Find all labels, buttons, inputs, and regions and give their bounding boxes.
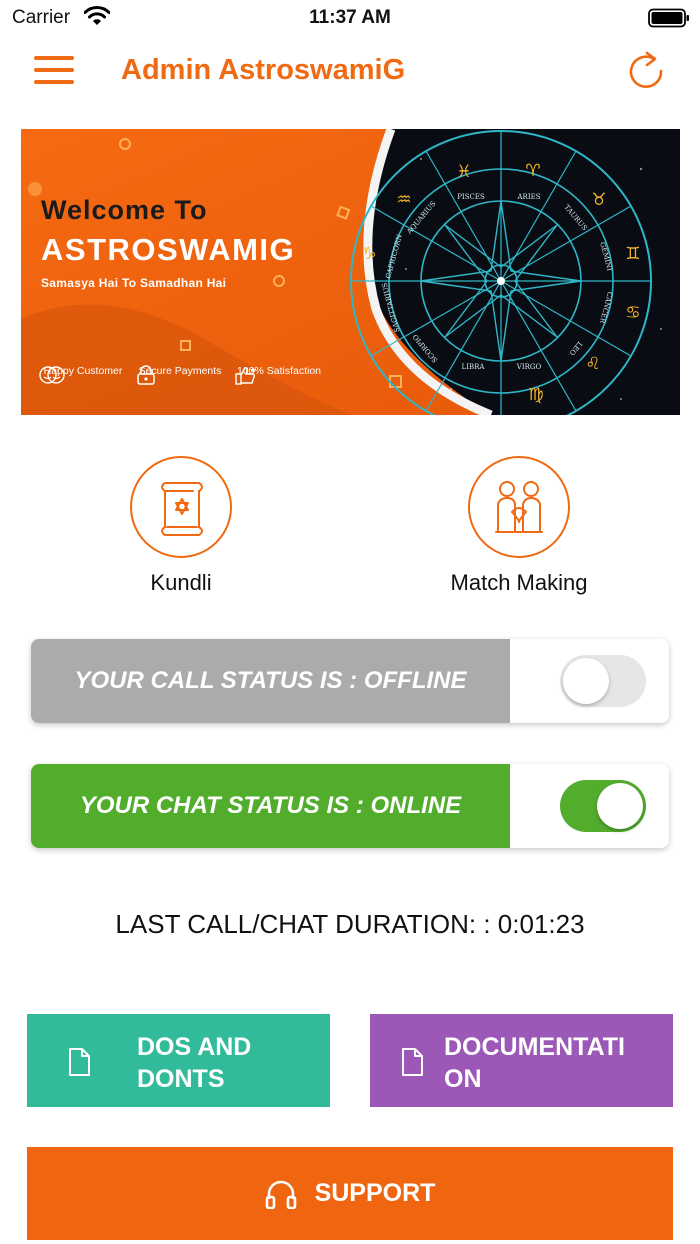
chat-toggle-knob [597, 783, 643, 829]
dos-and-donts-button[interactable]: DOS AND DONTS [27, 1014, 330, 1107]
svg-text:♉: ♉ [591, 190, 606, 210]
support-button[interactable]: SUPPORT [27, 1147, 673, 1240]
last-duration: LAST CALL/CHAT DURATION: : 0:01:23 [115, 909, 585, 939]
refresh-icon[interactable] [626, 50, 668, 92]
svg-text:LIBRA: LIBRA [462, 363, 486, 371]
match-making-label: Match Making [450, 570, 588, 595]
documentation-label: DOCUMENTATION [444, 1033, 625, 1093]
feature-happy-customer: Happy Customer [37, 365, 129, 384]
kundli-button[interactable]: Kundli [91, 456, 271, 596]
banner-tagline: Samasya Hai To Samadhan Hai [41, 276, 227, 290]
clock: 11:37 AM [309, 7, 391, 28]
chat-status-text: YOUR CHAT STATUS IS : ONLINE [31, 764, 510, 848]
dos-and-donts-label: DOS AND DONTS [137, 1033, 252, 1093]
feature-secure-payments: Secure Payments [135, 365, 225, 385]
scroll-icon [161, 482, 203, 536]
feature-satisfaction: 100% Satisfaction [233, 365, 325, 385]
svg-text:♓: ♓ [456, 162, 471, 182]
svg-text:♈: ♈ [525, 161, 540, 181]
chat-status-card: YOUR CHAT STATUS IS : ONLINE [31, 764, 669, 848]
svg-text:♌: ♌ [585, 354, 600, 374]
call-toggle-knob [563, 658, 609, 704]
document-icon [69, 1048, 90, 1076]
thumbs-up-icon [235, 367, 256, 385]
call-status-card: YOUR CALL STATUS IS : OFFLINE [31, 639, 669, 723]
svg-text:VIRGO: VIRGO [516, 363, 542, 371]
svg-text:♒: ♒ [396, 190, 411, 210]
banner-welcome: Welcome To [41, 195, 208, 225]
svg-text:ARIES: ARIES [517, 193, 541, 201]
svg-text:♑: ♑ [361, 244, 376, 264]
svg-text:PISCES: PISCES [457, 193, 485, 201]
welcome-banner: ARIES TAURUS GEMINI CANCER LEO VIRGO LIB… [21, 129, 680, 415]
call-status-toggle[interactable] [560, 655, 646, 707]
app-title: Admin AstroswamiG [121, 54, 406, 86]
support-label: SUPPORT [314, 1179, 436, 1207]
lock-icon [137, 365, 155, 385]
call-status-text: YOUR CALL STATUS IS : OFFLINE [31, 639, 510, 723]
kundli-label: Kundli [150, 570, 212, 595]
svg-text:♊: ♊ [625, 244, 640, 264]
match-making-button[interactable]: Match Making [429, 456, 609, 596]
battery-icon [648, 8, 689, 28]
chat-status-toggle[interactable] [560, 780, 646, 832]
headphones-icon [265, 1180, 296, 1209]
app-bar: Admin AstroswamiG [0, 36, 700, 108]
hamburger-menu-icon[interactable] [32, 54, 76, 86]
svg-text:♍: ♍ [528, 385, 543, 405]
document-icon [402, 1048, 423, 1076]
banner-brand: ASTROSWAMIG [41, 232, 296, 267]
status-bar: Carrier 11:37 AM [0, 0, 700, 36]
couple-icon [495, 481, 543, 533]
kundli-circle [130, 456, 232, 558]
documentation-button[interactable]: DOCUMENTATION [370, 1014, 673, 1107]
svg-text:♋: ♋ [625, 303, 640, 323]
match-making-circle [468, 456, 570, 558]
smiley-icon [39, 366, 65, 384]
